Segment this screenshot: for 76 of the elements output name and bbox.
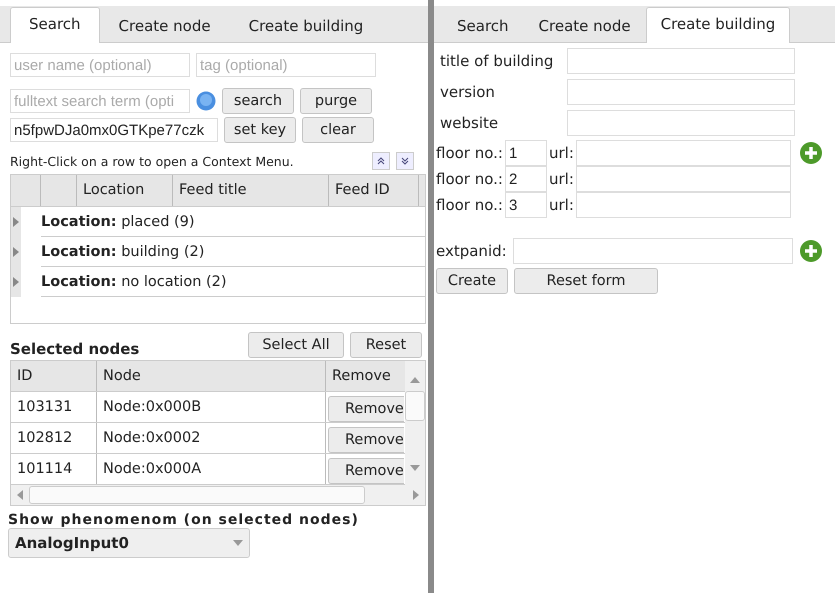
reset-form-button[interactable]: Reset form bbox=[514, 268, 658, 294]
collapse-all-icon[interactable] bbox=[396, 152, 414, 170]
text-field[interactable] bbox=[567, 48, 795, 74]
field-label: url: bbox=[548, 196, 574, 214]
group-row[interactable]: Location: building (2) bbox=[41, 237, 425, 267]
help-icon[interactable] bbox=[196, 91, 216, 111]
column-header[interactable]: Feed ID bbox=[329, 175, 419, 206]
remove-button[interactable]: Remove bbox=[328, 427, 404, 453]
field-label: floor no.: bbox=[436, 170, 503, 188]
remove-button[interactable]: Remove bbox=[328, 396, 404, 422]
table-cell: Node:0x0002 bbox=[97, 423, 326, 453]
text-field[interactable] bbox=[567, 110, 795, 136]
column-header: ID bbox=[11, 361, 97, 391]
field-label: version bbox=[440, 83, 496, 101]
table-cell: Node:0x000A bbox=[97, 454, 326, 484]
floor-number-field[interactable]: 3 bbox=[504, 192, 547, 218]
select-all-button[interactable]: Select All bbox=[248, 332, 344, 358]
expand-icon[interactable] bbox=[11, 267, 21, 297]
search-button[interactable]: search bbox=[222, 88, 294, 114]
url-field[interactable] bbox=[576, 192, 791, 218]
field-label: floor no.: bbox=[436, 144, 503, 162]
table-cell: Node:0x000B bbox=[97, 392, 326, 422]
horizontal-scrollbar[interactable] bbox=[11, 485, 425, 505]
table-cell: 103131 bbox=[11, 392, 97, 422]
column-header[interactable]: Location bbox=[77, 175, 173, 206]
floor-number-field[interactable]: 1 bbox=[504, 140, 547, 166]
add-icon[interactable] bbox=[798, 141, 823, 165]
field-label: title of building bbox=[440, 52, 554, 70]
fulltext-search-field[interactable]: fulltext search term (opti bbox=[10, 89, 190, 113]
table-cell: 101114 bbox=[11, 454, 97, 484]
caret-icon bbox=[410, 465, 420, 471]
vertical-scrollbar[interactable] bbox=[405, 361, 425, 485]
url-field[interactable] bbox=[576, 140, 791, 166]
phenomenon-label: Show phenomenom (on selected nodes) bbox=[8, 512, 360, 528]
text-field[interactable] bbox=[567, 79, 795, 105]
group-row[interactable]: Location: placed (9) bbox=[41, 207, 425, 237]
purge-button[interactable]: purge bbox=[300, 88, 372, 114]
field-label: url: bbox=[548, 144, 574, 162]
column-header: Node bbox=[97, 361, 326, 391]
user-name-field[interactable]: user name (optional) bbox=[10, 53, 190, 77]
table-cell: 102812 bbox=[11, 423, 97, 453]
scrollbar-thumb[interactable] bbox=[29, 486, 365, 504]
expand-icon[interactable] bbox=[11, 207, 21, 237]
tab[interactable]: Create node bbox=[100, 9, 230, 43]
column-header[interactable]: Feed title bbox=[173, 175, 329, 206]
clear-button[interactable]: clear bbox=[302, 117, 374, 143]
key-field[interactable]: n5fpwDJa0mx0GTKpe77czk bbox=[10, 118, 218, 142]
create-button[interactable]: Create bbox=[436, 268, 508, 294]
tab[interactable]: Create building bbox=[646, 7, 790, 43]
tab[interactable]: Search bbox=[442, 9, 524, 43]
field-label: extpanid: bbox=[436, 242, 507, 260]
caret-icon bbox=[410, 377, 420, 383]
section-title: Selected nodes bbox=[10, 340, 140, 358]
caret-icon bbox=[233, 540, 243, 546]
extpanid-field[interactable] bbox=[512, 238, 793, 264]
tag-field[interactable]: tag (optional) bbox=[196, 53, 376, 77]
field-label: url: bbox=[548, 170, 574, 188]
set-key-button[interactable]: set key bbox=[224, 117, 296, 143]
group-row[interactable]: Location: no location (2) bbox=[41, 267, 425, 297]
right-arrow-icon[interactable] bbox=[413, 490, 419, 500]
add-icon[interactable] bbox=[798, 239, 823, 263]
scrollbar-thumb[interactable] bbox=[405, 391, 425, 421]
tab[interactable]: Create building bbox=[230, 9, 382, 43]
tab[interactable]: Create node bbox=[524, 9, 646, 43]
phenomenon-select[interactable]: AnalogInput0 bbox=[8, 528, 250, 558]
floor-number-field[interactable]: 2 bbox=[504, 166, 547, 192]
tab[interactable]: Search bbox=[10, 7, 100, 43]
field-label: floor no.: bbox=[436, 196, 503, 214]
column-header: Remove bbox=[331, 367, 392, 386]
expand-all-icon[interactable] bbox=[372, 152, 390, 170]
hint-text: Right-Click on a row to open a Context Menu. bbox=[10, 154, 294, 168]
remove-button[interactable]: Remove bbox=[328, 458, 404, 484]
url-field[interactable] bbox=[576, 166, 791, 192]
reset-button[interactable]: Reset bbox=[350, 332, 422, 358]
field-label: website bbox=[440, 114, 500, 132]
left-arrow-icon[interactable] bbox=[17, 490, 23, 500]
